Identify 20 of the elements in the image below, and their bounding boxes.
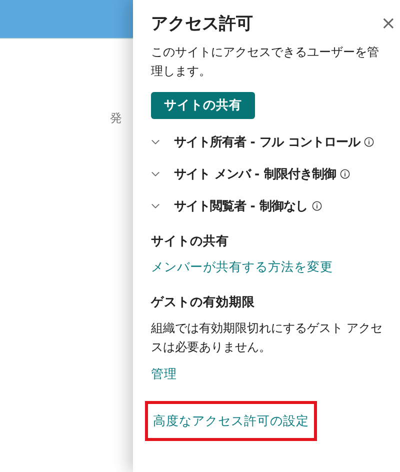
link[interactable]: メンバーが共有する方法を変更 <box>151 259 333 276</box>
share-site-button[interactable]: サイトの共有 <box>151 92 255 119</box>
background-text: 発 <box>110 110 122 127</box>
section-text: 組織では有効期限切れにするゲスト アクセスは必要ありません。 <box>151 320 384 356</box>
panel-title: アクセス許可 <box>151 13 253 35</box>
link[interactable]: 管理 <box>151 366 177 383</box>
info-icon[interactable] <box>364 137 374 147</box>
chevron-icon[interactable] <box>151 203 160 209</box>
chevron-icon[interactable] <box>151 171 160 177</box>
close-button[interactable]: × <box>380 13 396 34</box>
info-icon[interactable] <box>312 201 322 211</box>
group-label[interactable]: サイト メンバ - 制限付き制御 <box>174 166 336 182</box>
section-heading: ゲストの有効期限 <box>151 294 255 311</box>
group-label[interactable]: サイト閲覧者 - 制御なし <box>174 198 308 214</box>
advanced-settings-link[interactable]: 高度なアクセス許可の設定 <box>153 413 309 430</box>
section-heading: サイトの共有 <box>151 233 229 250</box>
chevron-icon[interactable] <box>151 139 160 145</box>
info-icon[interactable] <box>340 169 350 179</box>
group-label[interactable]: サイト所有者 - フル コントロール <box>174 134 360 150</box>
panel-description: このサイトにアクセスできるユーザーを管理します。 <box>151 44 380 80</box>
